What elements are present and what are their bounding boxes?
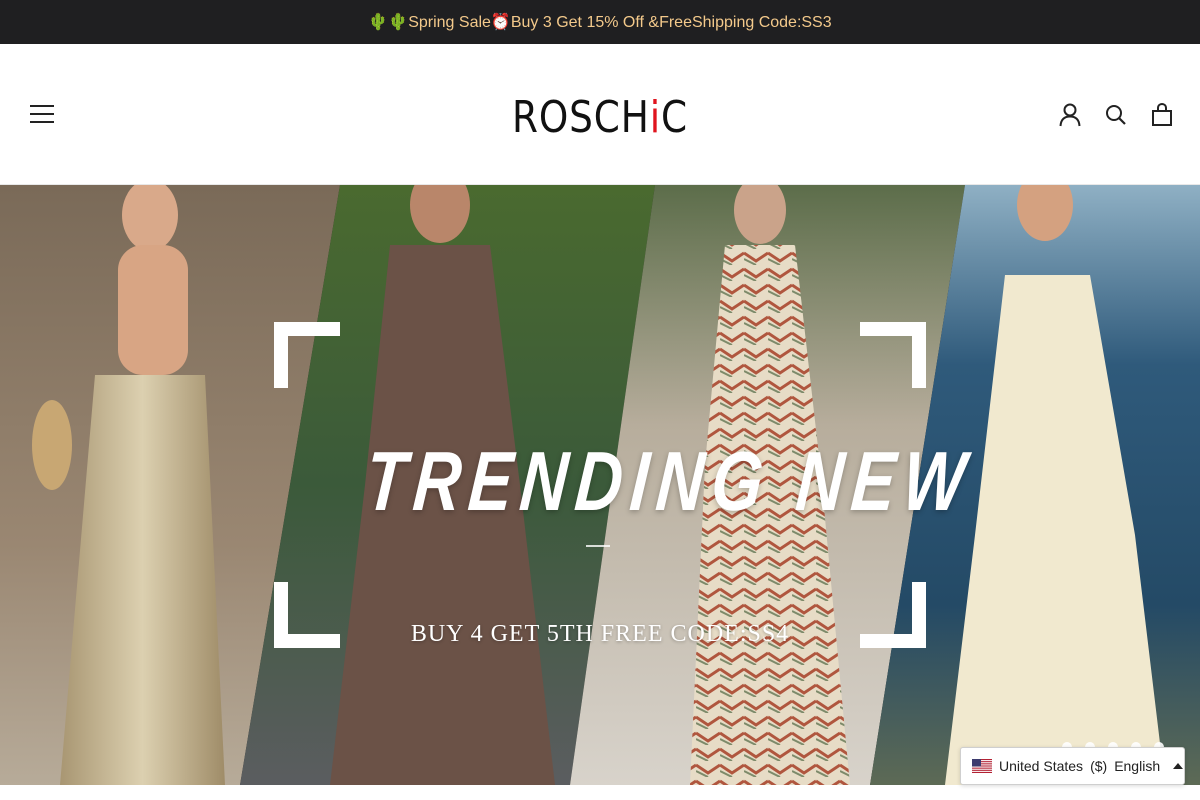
account-icon[interactable] (1058, 102, 1082, 128)
locale-selector[interactable]: United States ($) English (960, 747, 1185, 785)
caret-up-icon (1173, 763, 1184, 769)
announcement-bar: 🌵🌵Spring Sale⏰Buy 3 Get 15% Off &FreeShi… (0, 0, 1200, 44)
site-header: ROSCH i C (0, 44, 1200, 185)
cart-bag-icon[interactable] (1150, 102, 1174, 128)
locale-currency: ($) (1090, 758, 1108, 774)
logo-text-suffix: C (660, 91, 688, 143)
locale-language: English (1114, 758, 1161, 774)
hero-title: TRENDING NEW (362, 434, 977, 528)
hamburger-menu-icon[interactable] (28, 104, 56, 124)
us-flag-icon (972, 759, 992, 773)
locale-country: United States (999, 758, 1084, 774)
hero-banner[interactable]: TRENDING NEW BUY 4 GET 5TH FREE CODE:SS4 (0, 185, 1200, 785)
announcement-text: 🌵🌵Spring Sale⏰Buy 3 Get 15% Off &FreeShi… (368, 14, 832, 31)
logo-text-prefix: ROSCH (512, 91, 650, 143)
search-icon[interactable] (1104, 102, 1128, 128)
site-logo[interactable]: ROSCH i C (473, 82, 728, 152)
logo-text-accent: i (649, 91, 661, 143)
header-actions (1058, 102, 1174, 128)
hero-divider (586, 545, 610, 547)
frame-corner-top-right (860, 322, 926, 388)
hero-subtitle: BUY 4 GET 5TH FREE CODE:SS4 (410, 621, 790, 647)
frame-corner-top-left (274, 322, 340, 388)
